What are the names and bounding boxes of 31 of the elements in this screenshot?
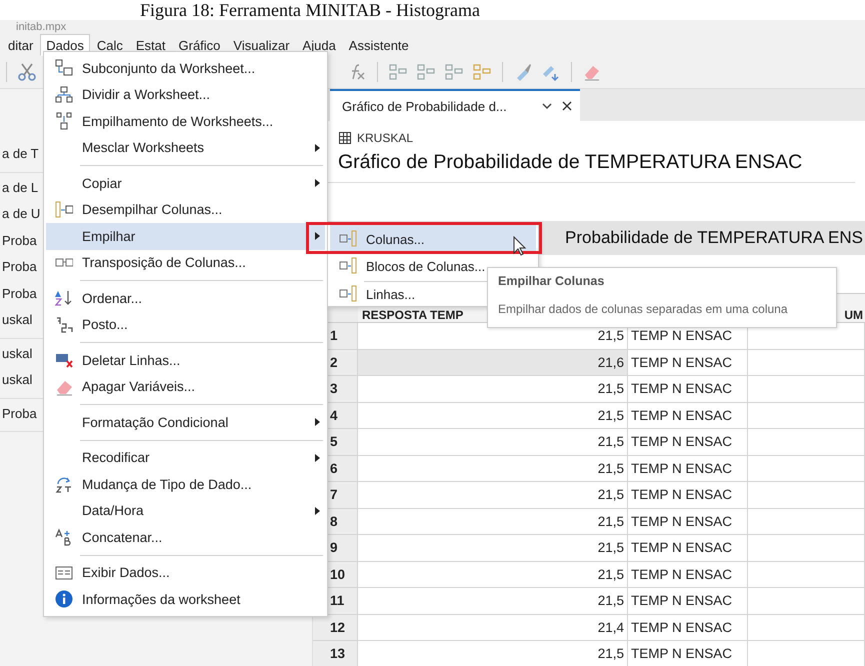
section-title: Probabilidade de TEMPERATURA ENS [565,228,863,248]
table-cell: 21,5 [358,376,628,402]
table-cell: 21,5 [358,482,628,508]
table-cell: 21,5 [358,588,628,614]
table-cell: TEMP N ENSAC [628,562,748,588]
row-number: 12 [313,614,358,641]
table-cell: 21,4 [358,614,628,641]
table-cell: 21,5 [358,508,628,535]
table-cell: 21,5 [358,456,628,482]
window-title: initab.mpx [0,20,865,34]
table-cell: 21,5 [358,641,628,666]
worksheet-name: KRUSKAL [357,131,414,145]
table-cell: TEMP N ENSAC [628,402,748,429]
table-cell: TEMP N ENSAC [628,588,748,614]
table-cell: TEMP N ENSAC [628,456,748,482]
row-number: 13 [313,641,358,666]
table-cell: 21,5 [358,429,628,456]
table-cell: 21,5 [358,535,628,562]
table-cell: 21,5 [358,562,628,588]
table-cell: TEMP N ENSAC [628,482,748,508]
table-cell: TEMP N ENSAC [628,350,748,376]
table-cell: TEMP N ENSAC [628,641,748,666]
table-cell: TEMP N ENSAC [628,429,748,456]
tooltip-title: Empilhar Colunas [498,274,606,288]
table-cell: TEMP N ENSAC [628,535,748,562]
figure-caption: Figura 18: Ferramenta MINITAB - Histograma [139,0,481,20]
table-cell: TEMP N ENSAC [628,614,748,641]
table-cell: 21,5 [358,402,628,429]
table-cell: 21,6 [358,350,628,376]
table-cell: TEMP N ENSAC [628,508,748,535]
table-cell: TEMP N ENSAC [628,376,748,402]
